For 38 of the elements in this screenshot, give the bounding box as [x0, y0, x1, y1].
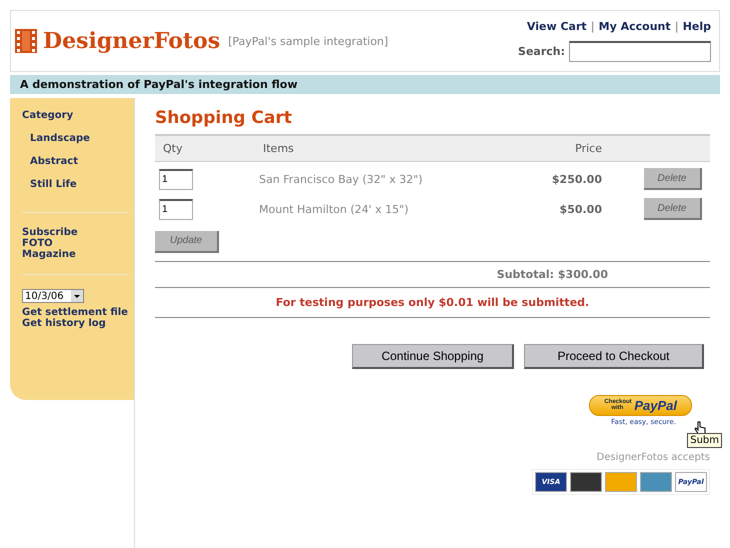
category-link[interactable]: Still Life	[22, 179, 128, 190]
credit-card-icon	[605, 472, 637, 492]
search-label: Search:	[518, 45, 565, 58]
accepts-label: DesignerFotos accepts	[596, 452, 710, 462]
column-header: Price	[574, 142, 602, 155]
quantity-field[interactable]: 1	[159, 168, 193, 190]
item-name: San Francisco Bay (32" x 32")	[259, 172, 424, 186]
item-price: $50.00	[558, 202, 602, 216]
checkout-button[interactable]: Proceed to Checkout	[524, 344, 704, 368]
tagline: [PayPal's sample integration]	[228, 34, 388, 48]
film-strip-icon	[15, 29, 37, 53]
testing-notice: For testing purposes only $0.01 will be submitted.	[274, 294, 590, 310]
sidebar-link[interactable]: Get history log	[22, 318, 128, 329]
continue-shopping-button[interactable]: Continue Shopping	[352, 344, 514, 368]
date-select[interactable]: 10/3/06	[22, 289, 84, 303]
link-separator: |	[674, 20, 679, 33]
subtotal: Subtotal: $300.00	[496, 266, 609, 282]
nav-link[interactable]: My Account	[598, 20, 671, 33]
credit-card-icon	[640, 472, 672, 492]
nav-link[interactable]: View Cart	[526, 20, 587, 33]
category-link[interactable]: Abstract	[22, 156, 128, 167]
site-logo: DesignerFotos	[43, 28, 220, 54]
nav-link[interactable]: Help	[682, 20, 711, 33]
sidebar-link[interactable]: Get settlement file	[22, 307, 128, 318]
item-price: $250.00	[550, 172, 602, 186]
subscribe-link[interactable]: Subscribe FOTO Magazine	[22, 227, 92, 260]
item-name: Mount Hamilton (24' x 15")	[259, 202, 410, 216]
category-link[interactable]: Landscape	[22, 133, 128, 144]
column-header: Qty	[163, 142, 184, 155]
page-title: Shopping Cart	[155, 108, 293, 128]
tooltip: Subm	[687, 432, 722, 448]
link-separator: |	[590, 20, 595, 33]
credit-card-icon	[570, 472, 602, 492]
banner: A demonstration of PayPal's integration flow	[10, 75, 720, 94]
column-header: Items	[263, 142, 295, 155]
paypal-wordmark: PayPal	[634, 398, 677, 412]
category-heading: Category	[22, 110, 74, 121]
quantity-field[interactable]: 1	[159, 198, 193, 220]
